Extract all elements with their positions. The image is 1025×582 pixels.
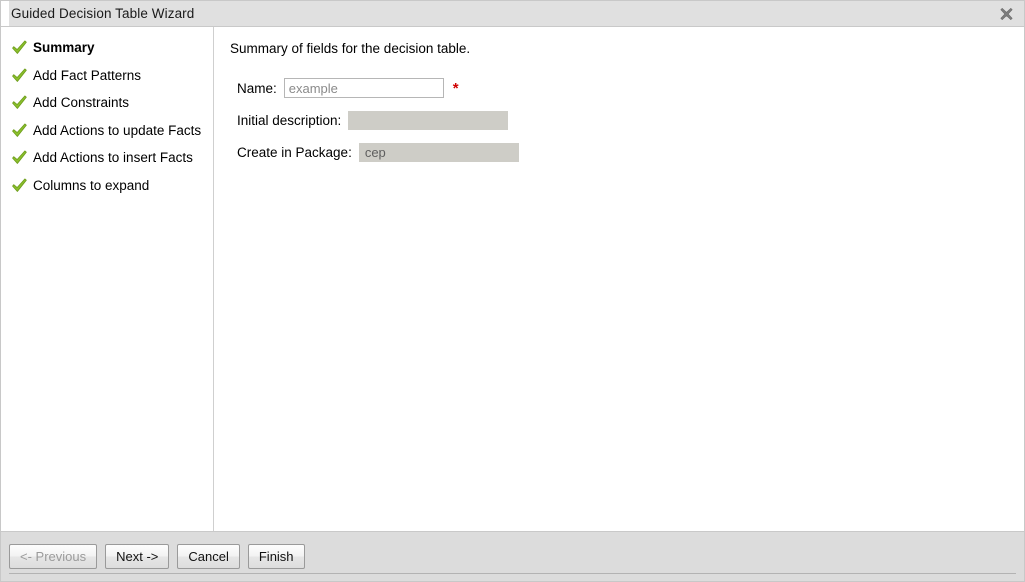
sidebar-item-add-constraints[interactable]: Add Constraints (1, 89, 213, 117)
sidebar-item-columns-to-expand[interactable]: Columns to expand (1, 172, 213, 200)
check-icon (12, 123, 27, 137)
summary-form: Name: * Initial description: Create in P… (237, 76, 1024, 164)
check-icon (12, 150, 27, 165)
check-icon (12, 178, 27, 192)
dialog-body: Summary Add Fact Patterns Add Constraint… (1, 27, 1024, 531)
wizard-step-sidebar: Summary Add Fact Patterns Add Constraint… (1, 27, 214, 531)
dialog-footer: <- Previous Next -> Cancel Finish (1, 531, 1024, 581)
form-row-name: Name: * (237, 76, 1024, 100)
wizard-content-panel: Summary of fields for the decision table… (214, 27, 1024, 531)
sidebar-item-add-actions-insert-facts[interactable]: Add Actions to insert Facts (1, 144, 213, 172)
content-heading: Summary of fields for the decision table… (230, 41, 471, 56)
cancel-button[interactable]: Cancel (177, 544, 240, 569)
check-icon (12, 95, 27, 110)
name-label: Name: (237, 80, 277, 96)
initial-description-field (348, 110, 509, 130)
sidebar-item-label: Add Actions to insert Facts (33, 150, 193, 166)
sidebar-item-summary[interactable]: Summary (1, 34, 213, 62)
sidebar-item-label: Summary (33, 40, 95, 56)
create-in-package-label: Create in Package: (237, 144, 352, 160)
dialog-title: Guided Decision Table Wizard (11, 6, 195, 21)
sidebar-item-label: Add Constraints (33, 95, 130, 111)
wizard-dialog: Guided Decision Table Wizard Summary Add… (0, 0, 1025, 582)
check-icon (12, 68, 27, 82)
close-icon[interactable] (998, 5, 1015, 22)
sidebar-item-label: Columns to expand (33, 177, 150, 193)
initial-description-label: Initial description: (237, 112, 342, 128)
dialog-titlebar: Guided Decision Table Wizard (1, 1, 1024, 27)
form-row-create-in-package: Create in Package: cep (237, 140, 1024, 164)
previous-button[interactable]: <- Previous (9, 544, 98, 569)
next-button[interactable]: Next -> (105, 544, 170, 569)
sidebar-item-label: Add Fact Patterns (33, 67, 142, 83)
sidebar-item-add-fact-patterns[interactable]: Add Fact Patterns (1, 62, 213, 90)
name-input[interactable] (283, 78, 444, 98)
create-in-package-field: cep (358, 142, 519, 162)
form-row-initial-description: Initial description: (237, 108, 1024, 132)
check-icon (12, 40, 27, 55)
sidebar-item-label: Add Actions to update Facts (33, 122, 202, 138)
finish-button[interactable]: Finish (247, 544, 305, 569)
required-marker: * (452, 79, 459, 97)
titlebar-left-accent (1, 1, 9, 26)
sidebar-item-add-actions-update-facts[interactable]: Add Actions to update Facts (1, 117, 213, 145)
